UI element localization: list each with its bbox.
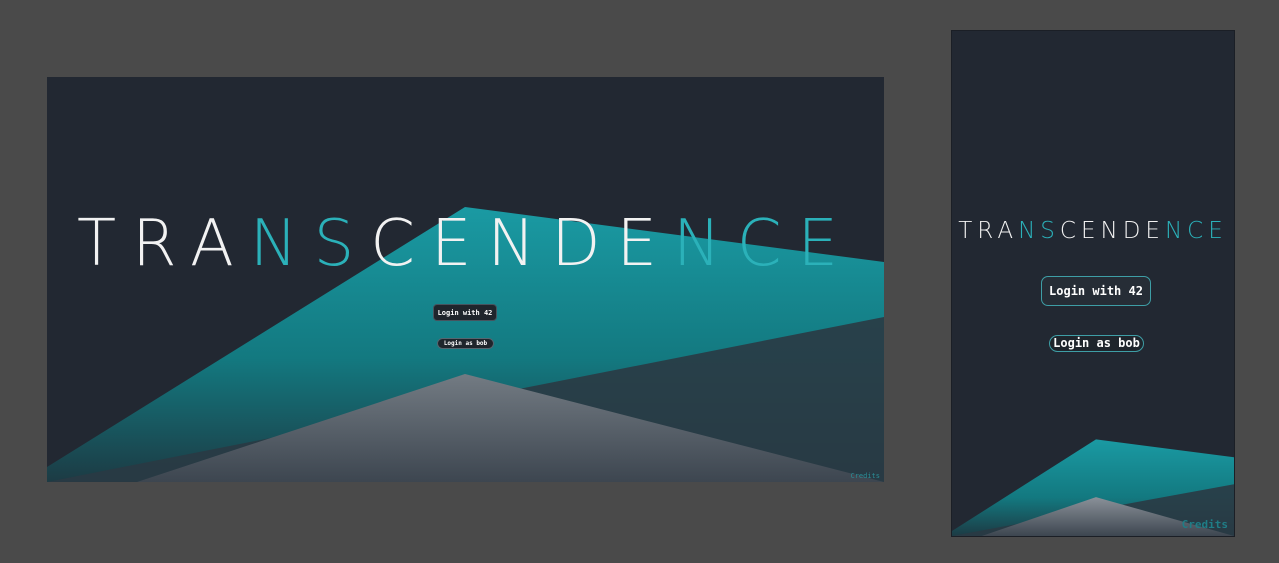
login-with-42-button[interactable]: Login with 42: [1041, 276, 1151, 306]
logo-part: CE: [1187, 218, 1228, 244]
logo-part: S: [1040, 218, 1060, 244]
logo-part: CENDE: [1059, 218, 1165, 244]
logo-part: TRA: [958, 218, 1019, 244]
login-as-bob-button[interactable]: Login as bob: [1049, 335, 1144, 352]
logo-part: TRA: [77, 207, 250, 281]
logo-part: N: [1018, 218, 1041, 244]
desktop-preview: TRANSCENDENCE Login with 42 Login as bob…: [47, 77, 884, 482]
logo-part: N: [672, 207, 737, 281]
logo-part: S: [313, 207, 371, 281]
app-logo: TRANSCENDENCE: [952, 218, 1234, 244]
app-logo: TRANSCENDENCE: [47, 207, 884, 281]
credits-link[interactable]: Credits: [850, 472, 880, 480]
logo-part: CENDE: [370, 207, 673, 281]
mobile-preview: TRANSCENDENCE Login with 42 Login as bob…: [951, 30, 1235, 537]
logo-part: N: [249, 207, 314, 281]
login-with-42-button[interactable]: Login with 42: [433, 304, 497, 321]
credits-link[interactable]: Credits: [1182, 518, 1228, 531]
logo-part: CE: [736, 207, 854, 281]
login-as-bob-button[interactable]: Login as bob: [437, 338, 494, 349]
logo-part: N: [1164, 218, 1188, 244]
